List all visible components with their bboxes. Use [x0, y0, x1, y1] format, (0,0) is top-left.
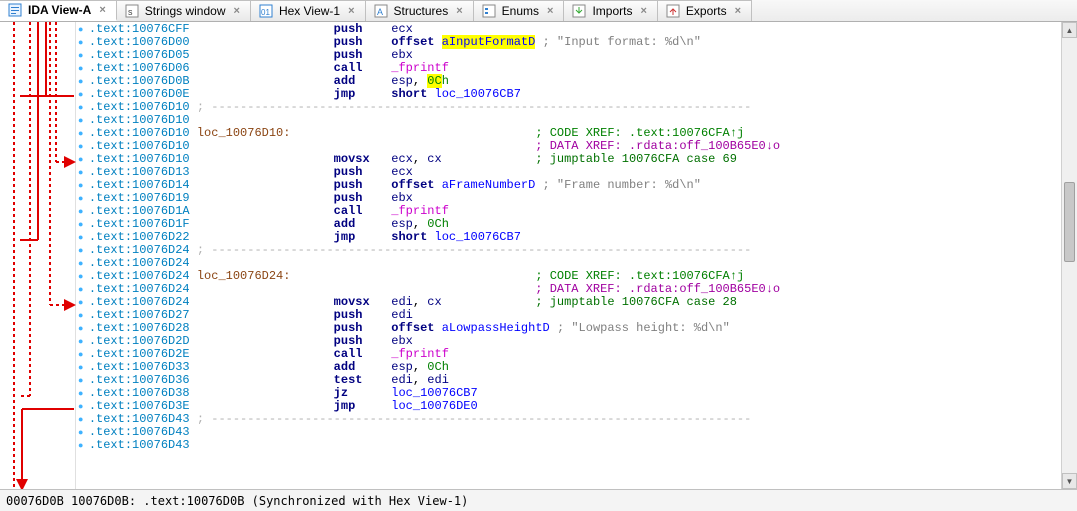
tab-enums[interactable]: Enums × — [474, 0, 565, 21]
close-icon[interactable]: × — [638, 5, 648, 17]
close-icon[interactable]: × — [346, 5, 356, 17]
flow-arrows-svg — [0, 22, 76, 489]
tab-label: Enums — [502, 4, 539, 18]
close-icon[interactable]: × — [97, 4, 107, 16]
tab-hex-view[interactable]: 01 Hex View-1 × — [251, 0, 366, 21]
status-bar: 00076D0B 10076D0B: .text:10076D0B (Synch… — [0, 489, 1077, 511]
tab-bar: IDA View-A × s Strings window × 01 Hex V… — [0, 0, 1077, 22]
arrow-gutter — [0, 22, 76, 489]
scroll-down-button[interactable]: ▼ — [1062, 473, 1077, 489]
disasm-line[interactable]: .text:10076D24 ; -----------------------… — [78, 244, 1059, 257]
disasm-icon — [8, 3, 22, 17]
imports-icon — [572, 4, 586, 18]
vertical-scrollbar[interactable]: ▲ ▼ — [1061, 22, 1077, 489]
tab-label: Hex View-1 — [279, 4, 340, 18]
tab-label: IDA View-A — [28, 3, 91, 17]
close-icon[interactable]: × — [733, 5, 743, 17]
enum-icon — [482, 4, 496, 18]
disasm-line[interactable]: .text:10076D43 ; -----------------------… — [78, 413, 1059, 426]
status-text: 00076D0B 10076D0B: .text:10076D0B (Synch… — [6, 494, 468, 508]
tab-label: Strings window — [145, 4, 226, 18]
disasm-line[interactable]: .text:10076D10 ; -----------------------… — [78, 101, 1059, 114]
workspace: .text:10076CFF push ecx.text:10076D00 pu… — [0, 22, 1077, 489]
tab-structures[interactable]: A Structures × — [366, 0, 474, 21]
struct-icon: A — [374, 4, 388, 18]
close-icon[interactable]: × — [545, 5, 555, 17]
disassembly-view[interactable]: .text:10076CFF push ecx.text:10076D00 pu… — [76, 22, 1061, 489]
tab-strings[interactable]: s Strings window × — [117, 0, 251, 21]
scroll-thumb[interactable] — [1064, 182, 1075, 262]
svg-text:s: s — [128, 7, 133, 17]
disasm-line[interactable]: .text:10076D43 — [78, 439, 1059, 452]
tab-ida-view-a[interactable]: IDA View-A × — [0, 0, 117, 21]
scroll-up-button[interactable]: ▲ — [1062, 22, 1077, 38]
exports-icon — [666, 4, 680, 18]
tab-label: Structures — [394, 4, 449, 18]
tab-label: Imports — [592, 4, 632, 18]
tab-label: Exports — [686, 4, 727, 18]
hex-icon: 01 — [259, 4, 273, 18]
close-icon[interactable]: × — [232, 5, 242, 17]
svg-text:01: 01 — [261, 8, 270, 17]
tab-exports[interactable]: Exports × — [658, 0, 752, 21]
tab-imports[interactable]: Imports × — [564, 0, 657, 21]
strings-icon: s — [125, 4, 139, 18]
close-icon[interactable]: × — [454, 5, 464, 17]
disasm-line[interactable]: .text:10076D43 — [78, 426, 1059, 439]
svg-text:A: A — [377, 7, 383, 17]
